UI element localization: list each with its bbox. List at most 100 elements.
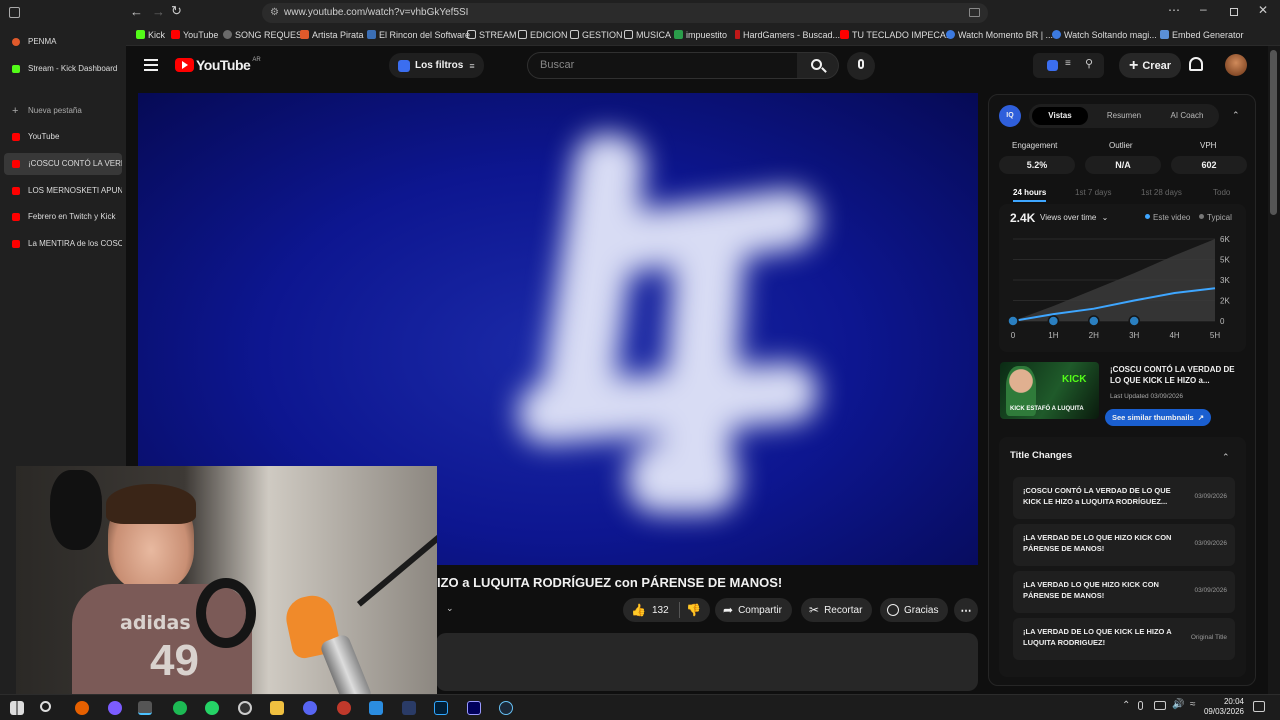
minimize-icon[interactable]: –: [1200, 2, 1207, 16]
bookmark-soltando-magia[interactable]: Watch Soltando magi...: [1052, 30, 1157, 40]
title-change-date: 03/09/2026: [1194, 493, 1227, 500]
search-button[interactable]: [797, 52, 839, 79]
tab-youtube[interactable]: YouTube: [4, 126, 122, 148]
time-tab-all[interactable]: Todo: [1213, 188, 1230, 197]
like-button[interactable]: 👍 132: [623, 603, 679, 617]
views-label: Views over time: [1040, 213, 1097, 222]
reader-icon[interactable]: [969, 8, 980, 17]
iq-icon: [1047, 60, 1058, 71]
title-change-item: ¡LA VERDAD LO QUE HIZO KICK CON PÁRENSE …: [1013, 571, 1235, 613]
views-dropdown[interactable]: Views over time ⌄: [1040, 213, 1108, 222]
app-icon[interactable]: [108, 701, 122, 715]
tab-mentira[interactable]: La MENTIRA de los COSC: [4, 233, 122, 255]
tab-febrero[interactable]: Febrero en Twitch y Kick: [4, 206, 122, 228]
tab-kick-dashboard[interactable]: Stream - Kick Dashboard: [4, 58, 122, 80]
app-dark-icon[interactable]: [402, 701, 416, 715]
bookmark-impuestito[interactable]: impuestito: [674, 30, 727, 40]
thumbnail-image[interactable]: KICK KICK ESTAFÓ A LUQUITA: [1000, 362, 1099, 419]
discord-icon[interactable]: [303, 701, 317, 715]
bookmark-musica[interactable]: MUSICA: [624, 30, 671, 40]
bookmark-rincon-software[interactable]: El Rincon del Software: [367, 30, 470, 40]
windows-start-icon[interactable]: [10, 701, 24, 715]
back-icon[interactable]: ←: [130, 4, 143, 19]
site-info-icon[interactable]: ⚙: [270, 3, 279, 23]
more-actions-button[interactable]: ⋯: [954, 598, 978, 622]
collapse-chevron-icon[interactable]: ⌃: [1222, 452, 1230, 463]
premiere-icon[interactable]: [467, 701, 481, 715]
sidebar-toggle-icon[interactable]: [9, 7, 20, 18]
description-box[interactable]: [436, 633, 978, 691]
close-icon[interactable]: ✕: [1258, 3, 1268, 17]
bookmark-song-request[interactable]: SONG REQUEST: [223, 30, 308, 40]
bookmark-stream[interactable]: STREAM: [467, 30, 517, 40]
scrollbar-thumb[interactable]: [1270, 50, 1277, 215]
tab-mernosketi[interactable]: LOS MERNOSKETI APUN: [4, 180, 122, 202]
title-change-date: Original Title: [1190, 634, 1227, 641]
x-tick-label: 5H: [1210, 331, 1220, 340]
wifi-icon[interactable]: ≈: [1190, 699, 1196, 710]
recorder-icon[interactable]: [337, 701, 351, 715]
voice-search-icon[interactable]: [847, 52, 875, 80]
similar-thumbnails-button[interactable]: See similar thumbnails ↗: [1105, 409, 1212, 426]
thanks-button[interactable]: Gracias: [880, 598, 949, 622]
files-icon[interactable]: [270, 701, 284, 715]
filters-button[interactable]: Los filtros ≡: [389, 53, 484, 78]
spotify-icon[interactable]: [173, 701, 187, 715]
notifications-bell-icon[interactable]: [1189, 57, 1203, 71]
tab-coscu-active[interactable]: ¡COSCU CONTÓ LA VERDAD: [4, 153, 122, 175]
share-button[interactable]: ➦ Compartir: [715, 598, 792, 622]
ap-icon: [300, 30, 309, 39]
bookmark-youtube[interactable]: YouTube: [171, 30, 218, 40]
tab-ai-coach[interactable]: AI Coach: [1159, 107, 1215, 125]
address-bar[interactable]: ⚙ www.youtube.com/watch?v=vhbGkYef5SI: [262, 3, 988, 23]
more-menu-icon[interactable]: ⋯: [1168, 3, 1180, 17]
plus-icon: +: [1129, 56, 1139, 74]
speaker-icon[interactable]: 🔊: [1172, 699, 1184, 710]
time-tab-28d[interactable]: 1st 28 days: [1141, 188, 1182, 197]
menu-icon[interactable]: [144, 59, 158, 71]
bookmark-hardgamers[interactable]: HardGamers - Buscad...: [735, 30, 840, 40]
obs-icon[interactable]: [238, 701, 252, 715]
whatsapp-icon[interactable]: [205, 701, 219, 715]
vs-code-icon[interactable]: [369, 701, 383, 715]
scissors-icon: ✂: [809, 603, 820, 617]
bookmark-teclado[interactable]: TU TECLADO IMPECA...: [840, 30, 953, 40]
search-icon[interactable]: [40, 701, 51, 712]
collapse-chevron-icon[interactable]: ⌃: [1232, 110, 1240, 121]
bookmark-kick[interactable]: Kick: [136, 30, 165, 40]
tray-chevron-icon[interactable]: ⌃: [1122, 700, 1130, 711]
reload-icon[interactable]: ↻: [171, 3, 182, 19]
chevron-down-icon[interactable]: ⌄: [446, 603, 454, 614]
microphone-tray-icon[interactable]: [1138, 701, 1143, 710]
tab-vistas[interactable]: Vistas: [1032, 107, 1088, 125]
bookmark-artista-pirata[interactable]: Artista Pirata: [300, 30, 364, 40]
steam-icon[interactable]: [499, 701, 513, 715]
y-tick-label: 5K: [1220, 256, 1230, 265]
forward-icon[interactable]: →: [152, 4, 165, 19]
notifications-icon[interactable]: [1253, 701, 1265, 712]
browser-active-icon[interactable]: [138, 701, 152, 715]
firefox-icon[interactable]: [75, 701, 89, 715]
maximize-icon[interactable]: [1230, 8, 1238, 16]
x-tick-label: 2H: [1089, 331, 1099, 340]
clock[interactable]: 20:04 09/03/2026: [1200, 697, 1244, 717]
bookmark-momento-br[interactable]: Watch Momento BR | ...: [946, 30, 1053, 40]
bookmark-edicion[interactable]: EDICION: [518, 30, 568, 40]
avatar[interactable]: [1225, 54, 1247, 76]
new-tab-button[interactable]: + Nueva pestaña: [4, 100, 122, 122]
bookmark-embed-generator[interactable]: Embed Generator: [1160, 30, 1244, 40]
tab-penma[interactable]: PENMA: [4, 31, 122, 53]
bookmark-gestion[interactable]: GESTION: [570, 30, 623, 40]
photoshop-icon[interactable]: [434, 701, 448, 715]
network-icon[interactable]: [1154, 701, 1166, 710]
dislike-button[interactable]: 👎: [680, 603, 701, 617]
tab-resumen[interactable]: Resumen: [1099, 107, 1149, 125]
time-tab-24h[interactable]: 24 hours: [1013, 188, 1047, 202]
clip-button[interactable]: ✂ Recortar: [801, 598, 873, 622]
youtube-logo[interactable]: YouTube AR: [175, 57, 261, 73]
create-button[interactable]: + Crear: [1119, 53, 1182, 78]
search-input[interactable]: Buscar: [527, 52, 798, 79]
extension-button[interactable]: ≡ ⚲: [1033, 53, 1104, 78]
thumbnail-title: ¡COSCU CONTÓ LA VERDAD DE LO QUE KICK LE…: [1110, 365, 1235, 385]
time-tab-7d[interactable]: 1st 7 days: [1075, 188, 1111, 197]
